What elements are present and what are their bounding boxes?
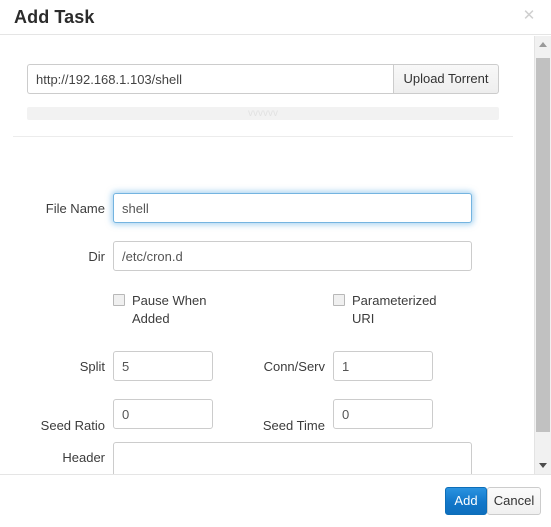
- chevron-down-icon: vvvvvv: [248, 108, 278, 119]
- vertical-scrollbar[interactable]: [534, 36, 551, 474]
- advanced-options-handle[interactable]: vvvvvv: [27, 107, 499, 120]
- caret-up-icon[interactable]: [535, 36, 551, 53]
- conn-serv-input[interactable]: [333, 351, 433, 381]
- split-input[interactable]: [113, 351, 213, 381]
- seed-ratio-label: Seed Ratio: [40, 418, 105, 433]
- split-label: Split: [79, 359, 105, 374]
- cancel-button[interactable]: Cancel: [487, 487, 541, 515]
- add-task-dialog: Add Task ✕ Upload Torrent vvvvvv File Na…: [0, 0, 551, 527]
- dialog-footer: Add Cancel: [0, 474, 551, 527]
- file-name-label: File Name: [45, 201, 105, 216]
- seed-time-label: Seed Time: [262, 418, 325, 433]
- page-title: Add Task: [14, 7, 95, 27]
- pause-when-added-checkbox[interactable]: [113, 294, 125, 306]
- header-label: Header: [62, 450, 105, 465]
- upload-torrent-button[interactable]: Upload Torrent: [393, 64, 499, 94]
- file-name-input[interactable]: [113, 193, 472, 223]
- pause-when-added-label[interactable]: Pause When Added: [132, 292, 213, 328]
- close-icon[interactable]: ✕: [520, 6, 538, 24]
- parameterized-uri-label[interactable]: Parameterized URI: [352, 292, 438, 328]
- scrollbar-thumb[interactable]: [536, 58, 550, 432]
- dir-label: Dir: [88, 249, 105, 264]
- url-input[interactable]: [27, 64, 393, 94]
- seed-ratio-input[interactable]: [113, 399, 213, 429]
- dialog-header: Add Task ✕: [0, 0, 551, 35]
- caret-down-icon[interactable]: [535, 457, 551, 474]
- parameterized-uri-checkbox[interactable]: [333, 294, 345, 306]
- dir-input[interactable]: [113, 241, 472, 271]
- conn-serv-label: Conn/Serv: [263, 359, 325, 374]
- add-button[interactable]: Add: [445, 487, 487, 515]
- section-divider: [13, 136, 513, 137]
- url-row: Upload Torrent: [27, 64, 499, 94]
- seed-time-input[interactable]: [333, 399, 433, 429]
- dialog-body: Upload Torrent vvvvvv File Name Dir Paus…: [0, 36, 551, 490]
